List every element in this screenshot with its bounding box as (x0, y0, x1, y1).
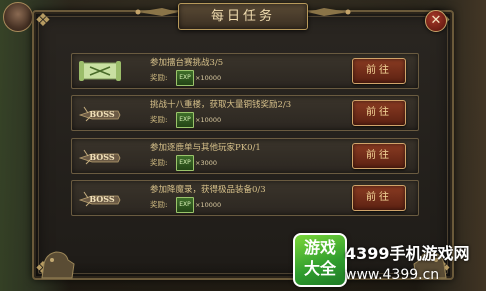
go-button[interactable]: 前往 (352, 58, 406, 84)
svg-text:BOSS: BOSS (89, 194, 114, 204)
reward-amount: ×10000 (195, 74, 222, 82)
boss-icon: BOSS (78, 191, 121, 207)
watermark-url: www.4399.cn (345, 267, 440, 283)
reward-amount: ×10000 (195, 116, 222, 124)
lion-statue-icon (41, 251, 75, 279)
exp-icon: EXP (176, 112, 194, 128)
reward-amount: ×10000 (195, 201, 222, 209)
reward-label: 奖励: (150, 73, 168, 82)
watermark-brand: 4399手机游戏网 (345, 244, 470, 263)
quest-row: BOSS 参加逐鹿单与其他玩家PK0/1 奖励: EXP ×3000 前往 (71, 138, 419, 174)
close-button[interactable]: ✕ (425, 10, 447, 32)
quest-row: BOSS 参加降魔录，获得极品装备0/3 奖励: EXP ×10000 前往 (71, 180, 419, 216)
quest-row: 参加擂台赛挑战3/5 奖励: EXP ×10000 前往 (71, 53, 419, 89)
reward-label: 奖励: (150, 200, 168, 209)
reward-label: 奖励: (150, 115, 168, 124)
quest-row: BOSS 挑战十八重楼，获取大量铜钱奖励2/3 奖励: EXP ×10000 前… (71, 95, 419, 131)
scroll-icon (79, 61, 121, 81)
game-screen: ❖ ❖ ❖ ❖ 每日任务 ✕ 参加擂台赛挑战3/5 奖励: EXP ×10000… (0, 0, 486, 291)
boss-icon: BOSS (78, 149, 121, 165)
panel-title: 每日任务 (210, 9, 275, 24)
exp-icon: EXP (176, 197, 194, 213)
svg-text:BOSS: BOSS (89, 109, 114, 119)
corner-ornament-icon: ❖ (34, 10, 52, 31)
title-wing-left-icon (135, 8, 178, 16)
watermark-logo-line2: 大全 (303, 259, 336, 278)
quest-description: 参加逐鹿单与其他玩家PK0/1 (150, 143, 261, 153)
title-plate: 每日任务 (178, 3, 308, 30)
go-button[interactable]: 前往 (352, 100, 406, 126)
boss-icon: BOSS (78, 106, 121, 122)
svg-text:BOSS: BOSS (89, 152, 114, 162)
close-icon: ✕ (430, 13, 442, 28)
quest-description: 挑战十八重楼，获取大量铜钱奖励2/3 (150, 100, 292, 110)
reward-amount: ×3000 (195, 159, 217, 167)
watermark-logo: 游戏 大全 (293, 233, 347, 287)
exp-icon: EXP (176, 70, 194, 86)
go-button[interactable]: 前往 (352, 143, 406, 169)
exp-icon: EXP (176, 155, 194, 171)
go-button[interactable]: 前往 (352, 185, 406, 211)
title-wing-right-icon (308, 8, 351, 16)
watermark-logo-line1: 游戏 (303, 238, 336, 257)
reward-label: 奖励: (150, 158, 168, 167)
player-avatar[interactable] (3, 2, 33, 32)
quest-description: 参加降魔录，获得极品装备0/3 (150, 185, 266, 195)
quest-description: 参加擂台赛挑战3/5 (150, 58, 224, 68)
